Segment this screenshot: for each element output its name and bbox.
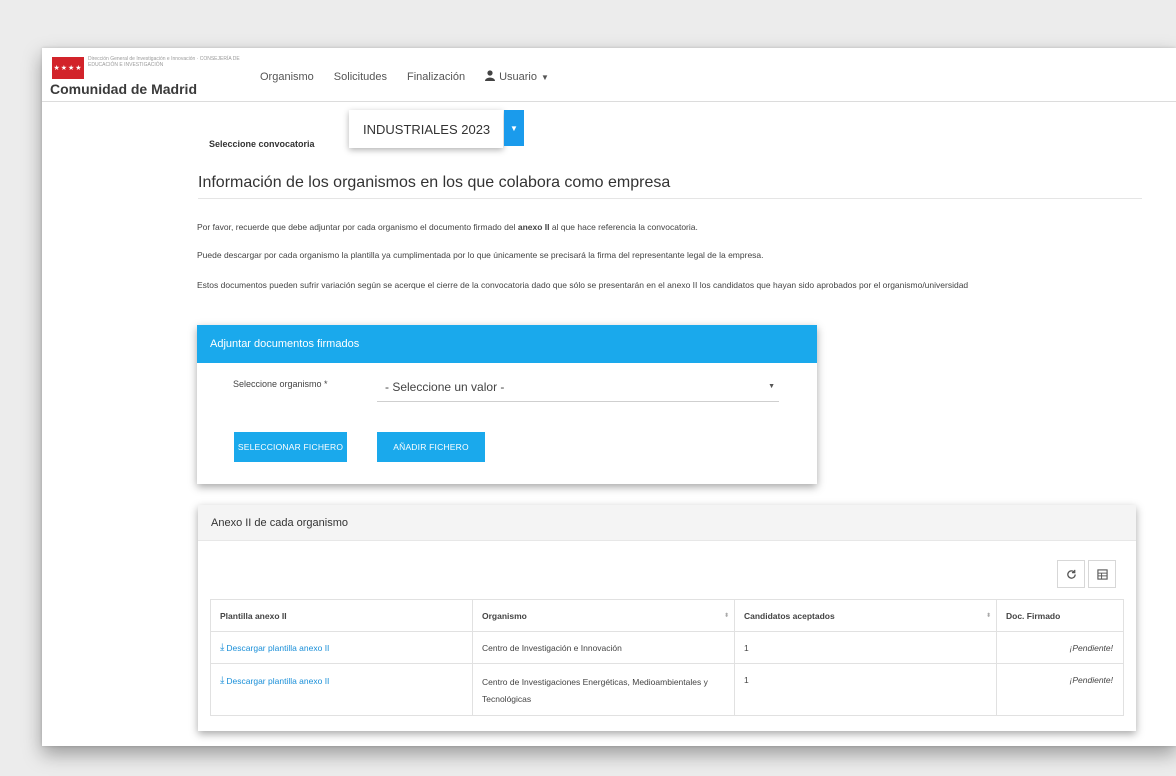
column-header[interactable]: Plantilla anexo II [210, 599, 473, 632]
convocatoria-dropdown-button[interactable]: ▼ [504, 110, 524, 146]
madrid-flag-logo[interactable]: ★★★★ [52, 57, 84, 79]
table-header-row: Plantilla anexo II Organismo ⬍ Candidatos… [210, 599, 1124, 632]
nav-item-finalizacion[interactable]: Finalización [407, 70, 465, 84]
top-navbar: ★★★★ Dirección General de Investigación … [42, 48, 1176, 102]
text-bold: anexo II [517, 222, 550, 232]
anexo-table: Plantilla anexo II Organismo ⬍ Candidatos… [210, 599, 1124, 716]
table-cell: 1 [734, 663, 997, 716]
column-header-label: Plantilla anexo II [220, 610, 287, 621]
download-template-link[interactable]: ⤓ Descargar plantilla anexo II [220, 642, 329, 653]
convocatoria-label: Seleccione convocatoria [209, 139, 315, 149]
status-cell: ¡Pendiente! [996, 663, 1124, 716]
caret-down-icon: ▼ [768, 383, 775, 390]
text-segment: Por favor, recuerde que debe adjuntar po… [197, 222, 518, 232]
brand-name[interactable]: Comunidad de Madrid [50, 81, 197, 97]
anexo-card: Anexo II de cada organismo Plantilla ane… [198, 505, 1136, 731]
nav-item-label: Finalización [407, 71, 466, 83]
download-icon: ⤓ [220, 675, 225, 686]
anexo-card-header: Anexo II de cada organismo [198, 505, 1136, 541]
info-paragraph-1: Por favor, recuerde que debe adjuntar po… [197, 219, 1117, 235]
columns-button[interactable] [1088, 560, 1116, 588]
download-icon: ⤓ [220, 642, 225, 653]
nav-item-usuario[interactable]: Usuario ▼ [485, 70, 549, 84]
column-header-label: Doc. Firmado [1006, 610, 1061, 621]
table-cell: ⤓ Descargar plantilla anexo II [210, 631, 473, 664]
refresh-button[interactable] [1057, 560, 1085, 588]
link-label: Descargar plantilla anexo II [226, 675, 330, 686]
organismo-select[interactable]: - Seleccione un valor - ▼ [377, 372, 779, 402]
nav-item-organismo[interactable]: Organismo [260, 70, 314, 84]
column-header-label: Candidatos aceptados [744, 610, 835, 621]
organismo-select-value: - Seleccione un valor - [385, 379, 505, 394]
table-cell: 1 [734, 631, 997, 664]
user-icon [485, 70, 496, 84]
nav-item-label: Organismo [260, 71, 314, 83]
column-header[interactable]: Organismo ⬍ [472, 599, 735, 632]
caret-down-icon: ▼ [541, 72, 549, 82]
caret-down-icon: ▼ [510, 123, 518, 133]
main-nav: Organismo Solicitudes Finalización Usuar… [260, 70, 549, 84]
table-cell: Centro de Investigación e Innovación [472, 631, 735, 664]
select-file-button[interactable]: SELECCIONAR FICHERO [234, 432, 347, 462]
section-title: Información de los organismos en los que… [198, 174, 671, 191]
info-paragraph-2: Puede descargar por cada organismo la pl… [197, 250, 764, 260]
nav-item-label: Solicitudes [333, 71, 387, 83]
app-frame: ★★★★ Dirección General de Investigación … [42, 48, 1176, 746]
columns-icon [1096, 568, 1108, 580]
table-cell: ⤓ Descargar plantilla anexo II [210, 663, 473, 716]
status-cell: ¡Pendiente! [996, 631, 1124, 664]
download-template-link[interactable]: ⤓ Descargar plantilla anexo II [220, 675, 329, 686]
upload-card-header: Adjuntar documentos firmados [197, 325, 817, 363]
column-header[interactable]: Candidatos aceptados ⬍ [734, 599, 997, 632]
link-label: Descargar plantilla anexo II [226, 642, 330, 653]
table-row: ⤓ Descargar plantilla anexo II Centro de… [210, 663, 1124, 716]
section-divider [198, 198, 1142, 199]
column-header-label: Organismo [482, 610, 527, 621]
info-paragraph-3: Estos documentos pueden sufrir variación… [197, 280, 969, 290]
refresh-icon [1066, 569, 1076, 579]
table-row: ⤓ Descargar plantilla anexo II Centro de… [210, 631, 1124, 664]
add-file-button[interactable]: AÑADIR FICHERO [377, 432, 485, 462]
text-segment: al que hace referencia la convocatoria. [549, 222, 698, 232]
table-cell: Centro de Investigaciones Energéticas, M… [472, 663, 735, 716]
upload-card: Adjuntar documentos firmados Seleccione … [197, 325, 817, 484]
organismo-label: Seleccione organismo * [233, 379, 328, 389]
sort-icon: ⬍ [723, 613, 729, 619]
logo-subtitle: Dirección General de Investigación e Inn… [88, 56, 240, 68]
nav-item-label: Usuario [499, 71, 537, 83]
nav-item-solicitudes[interactable]: Solicitudes [334, 70, 387, 84]
sort-icon: ⬍ [985, 613, 991, 619]
column-header[interactable]: Doc. Firmado [996, 599, 1124, 632]
convocatoria-select[interactable]: INDUSTRIALES 2023 [349, 110, 503, 148]
